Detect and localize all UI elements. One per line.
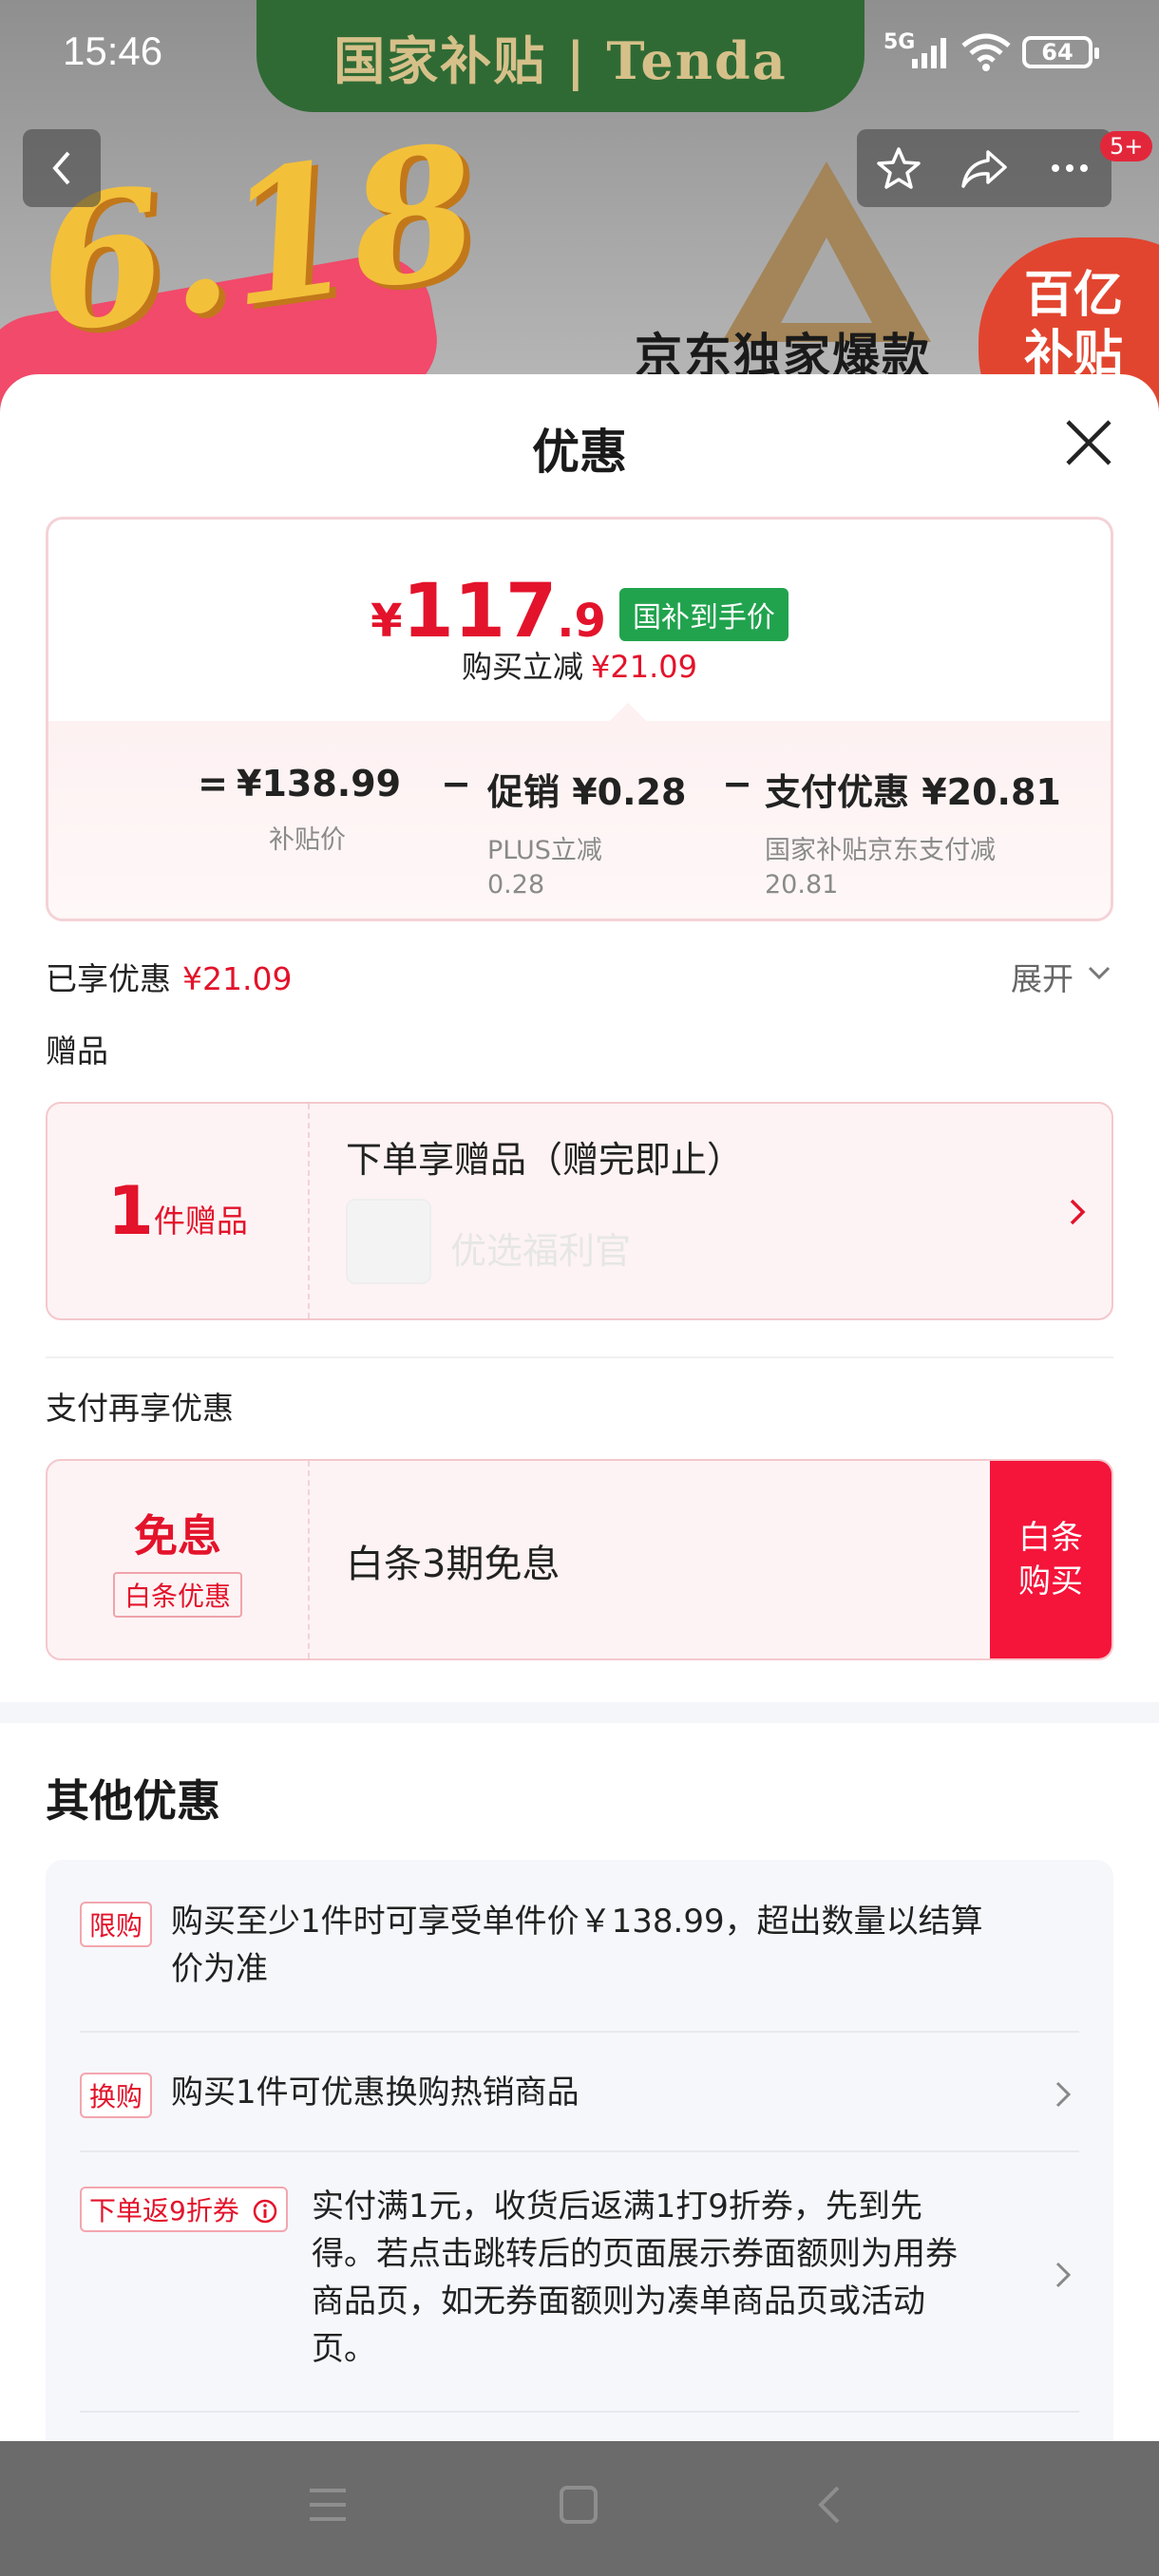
gift-count: 1 件赠品 — [48, 1104, 310, 1318]
list-divider — [80, 2031, 1079, 2033]
promo-label: PLUS立减 — [487, 836, 602, 865]
status-bar: 15:46 5G 64 — [0, 0, 1159, 104]
list-item: 限购 购买至少1件时可享受单件价￥138.99，超出数量以结算 价为准 — [80, 1898, 1079, 2012]
coupon-text-line1: 实付满1元，收货后返满1打9折券，先到先 — [312, 2188, 922, 2226]
menu-icon[interactable] — [306, 2483, 350, 2527]
gift-title: 下单享赠品（赠完即止） — [346, 1139, 744, 1181]
price-card: ¥117.9 国补到手价 购买立减 ¥21.09 = ¥138.99 补贴价 − … — [46, 517, 1113, 921]
star-icon[interactable] — [875, 144, 922, 192]
price-formula: = ¥138.99 补贴价 − 促销 ¥0.28 PLUS立减 0.28 − 支… — [189, 763, 1061, 902]
subsidy-line1: 百亿 — [1024, 267, 1124, 324]
coupon-tag-label: 下单返9折券 — [89, 2195, 239, 2226]
limit-text-line2: 价为准 — [171, 1950, 268, 1988]
formula-term-promo: 促销 ¥0.28 PLUS立减 0.28 — [487, 763, 713, 902]
list-item[interactable]: 下单返9折券 实付满1元，收货后返满1打9折券，先到先 得。若点击跳转后的页面展… — [80, 2183, 1079, 2392]
info-icon[interactable] — [252, 2198, 278, 2225]
price-currency: ¥ — [370, 595, 403, 648]
message-badge: 5+ — [1100, 131, 1153, 161]
price-row: ¥117.9 国补到手价 — [48, 569, 1111, 654]
gift-shop-logo — [346, 1199, 431, 1284]
top-actions — [857, 129, 1112, 207]
enjoyed-discount: 已享优惠 ¥21.09 — [46, 954, 292, 999]
network-label: 5G — [884, 30, 916, 54]
coupon-text: 实付满1元，收货后返满1打9折券，先到先 得。若点击跳转后的页面展示券面额则为用… — [312, 2183, 958, 2373]
more-icon[interactable] — [1046, 144, 1093, 192]
formula-term-base: ¥138.99 补贴价 — [237, 763, 427, 858]
chevron-down-icon[interactable] — [1087, 963, 1112, 982]
pay-section-label: 支付再享优惠 — [46, 1390, 234, 1427]
signal-icon — [912, 38, 946, 68]
minus-sign: − — [441, 763, 471, 805]
limit-text-line1: 购买至少1件时可享受单件价￥138.99，超出数量以结算 — [171, 1903, 983, 1941]
section-divider — [46, 1356, 1113, 1358]
expand-button[interactable]: 展开 — [1011, 954, 1074, 999]
promotion-sheet: 优惠 ¥117.9 国补到手价 购买立减 ¥21.09 = ¥138.99 补贴价… — [0, 374, 1159, 2441]
enjoyed-amount: ¥21.09 — [182, 960, 293, 997]
other-offers-list: 限购 购买至少1件时可享受单件价￥138.99，超出数量以结算 价为准 换购 购… — [46, 1860, 1113, 2441]
share-icon[interactable] — [960, 144, 1009, 192]
pay-discount-label: 国家补贴京东支付减 — [765, 836, 996, 865]
limit-tag: 限购 — [80, 1902, 153, 1947]
minus-sign: − — [722, 763, 752, 805]
chevron-left-icon — [52, 151, 70, 185]
discount-line: 购买立减 ¥21.09 — [48, 643, 1111, 687]
back-nav-icon[interactable] — [813, 2483, 847, 2527]
section-band — [0, 1702, 1159, 1723]
final-price: ¥117.9 — [370, 569, 606, 654]
chevron-right-icon[interactable] — [1066, 1195, 1089, 1229]
interest-free-text: 免息 — [134, 1510, 221, 1562]
discount-amount: ¥21.09 — [591, 649, 697, 685]
coupon-text-line4: 页。 — [312, 2330, 376, 2368]
pay-discount-amount: 20.81 — [765, 870, 839, 900]
gift-section-label: 赠品 — [46, 1032, 108, 1070]
exchange-text: 购买1件可优惠换购热销商品 — [171, 2074, 580, 2112]
base-price-label: 补贴价 — [269, 825, 346, 855]
battery-icon: 64 — [1022, 36, 1099, 68]
chevron-right-icon[interactable] — [1053, 2078, 1074, 2111]
other-offers-title: 其他优惠 — [46, 1775, 220, 1827]
buy-btn-line2: 购买 — [1018, 1563, 1083, 1601]
status-time: 15:46 — [63, 28, 163, 73]
list-divider — [80, 2411, 1079, 2413]
gift-count-number: 1 — [107, 1172, 154, 1250]
baitiao-description: 白条3期免息 — [346, 1543, 560, 1586]
wifi-icon — [961, 33, 1011, 71]
chevron-right-icon[interactable] — [1053, 2259, 1074, 2291]
exchange-tag: 换购 — [80, 2073, 153, 2118]
coupon-text-line2: 得。若点击跳转后的页面展示券面额则为用券 — [312, 2235, 958, 2273]
sheet-title: 优惠 — [532, 425, 627, 480]
price-decimal: .9 — [557, 595, 606, 648]
coupon-tag: 下单返9折券 — [80, 2187, 288, 2232]
baitiao-buy-button[interactable]: 白条 购买 — [990, 1461, 1112, 1658]
coupon-text-line3: 商品页，如无券面额则为凑单商品页或活动 — [312, 2282, 925, 2320]
promo-value: 促销 ¥0.28 — [487, 771, 687, 813]
baitiao-card[interactable]: 免息 白条优惠 白条3期免息 白条购买 — [46, 1459, 1113, 1660]
discount-label: 购买立减 — [462, 649, 584, 685]
limit-text: 购买至少1件时可享受单件价￥138.99，超出数量以结算 价为准 — [171, 1898, 983, 1993]
gift-count-unit: 件赠品 — [153, 1203, 248, 1240]
buy-btn-line1: 白条 — [1018, 1519, 1083, 1557]
subsidy-price-tag: 国补到手价 — [618, 588, 788, 641]
baitiao-discount-tag: 白条优惠 — [112, 1572, 242, 1618]
home-icon[interactable] — [557, 2483, 600, 2527]
gift-shop-name: 优选福利官 — [450, 1230, 632, 1272]
formula-term-pay: 支付优惠 ¥20.81 国家补贴京东支付减 20.81 — [765, 763, 1061, 902]
list-divider — [80, 2150, 1079, 2152]
pay-discount-value: 支付优惠 ¥20.81 — [765, 771, 1061, 813]
list-item[interactable]: 换购 购买1件可优惠换购热销商品 — [80, 2069, 1079, 2126]
enjoyed-label: 已享优惠 — [46, 960, 171, 997]
back-button[interactable] — [23, 129, 101, 207]
base-price: ¥138.99 — [237, 763, 402, 805]
gift-card[interactable]: 1 件赠品 下单享赠品（赠完即止） 优选福利官 — [46, 1102, 1113, 1320]
promo-amount: 0.28 — [487, 870, 545, 900]
interest-free-badge: 免息 白条优惠 — [48, 1461, 310, 1658]
close-icon[interactable] — [1062, 416, 1115, 469]
equals-sign: = — [198, 763, 228, 805]
system-nav-bar — [0, 2441, 1159, 2576]
price-integer: 117 — [402, 569, 558, 654]
